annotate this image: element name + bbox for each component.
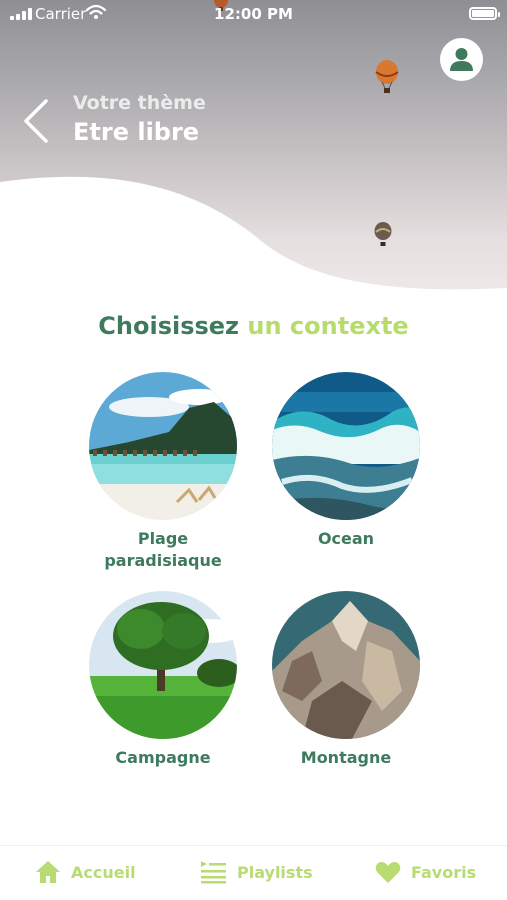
tab-favoris[interactable]: Favoris <box>375 860 476 884</box>
theme-label: Votre thème <box>73 92 206 114</box>
ocean-image <box>272 372 420 520</box>
battery-icon <box>469 7 500 20</box>
tab-label: Playlists <box>237 862 313 882</box>
beach-image <box>89 372 237 520</box>
header-background <box>0 0 507 300</box>
profile-avatar-button[interactable] <box>440 38 483 81</box>
context-card-campagne[interactable]: Campagne <box>88 591 238 769</box>
user-icon <box>450 48 473 71</box>
back-chevron-icon[interactable] <box>20 98 52 144</box>
tab-accueil[interactable]: Accueil <box>35 860 136 884</box>
section-title-part2: un contexte <box>247 312 409 340</box>
context-label: Campagne <box>115 748 211 767</box>
tab-label: Accueil <box>71 862 136 882</box>
context-label: Ocean <box>317 529 375 548</box>
section-title-part1: Choisissez <box>98 312 240 340</box>
status-bar: Carrier 12:00 PM <box>0 0 507 28</box>
context-card-montagne[interactable]: Montagne <box>271 591 421 769</box>
header-wave <box>0 176 507 300</box>
bottom-tab-bar: Accueil Playlists Favoris <box>0 845 507 900</box>
context-label: Montagne <box>300 748 392 767</box>
playlist-icon <box>201 861 226 884</box>
context-card-ocean[interactable]: Ocean <box>271 372 421 550</box>
context-card-plage[interactable]: Plage paradisiaque <box>88 372 238 572</box>
heart-icon <box>375 862 401 883</box>
home-icon <box>36 861 60 883</box>
status-time: 12:00 PM <box>214 5 293 23</box>
tab-playlists[interactable]: Playlists <box>200 860 313 884</box>
mountain-image <box>272 591 420 739</box>
section-title: Choisissez un contexte <box>0 312 507 340</box>
countryside-image <box>89 591 237 739</box>
page-title: Etre libre <box>73 118 200 146</box>
context-label: Plage paradisiaque <box>104 529 222 570</box>
tab-label: Favoris <box>411 862 477 882</box>
